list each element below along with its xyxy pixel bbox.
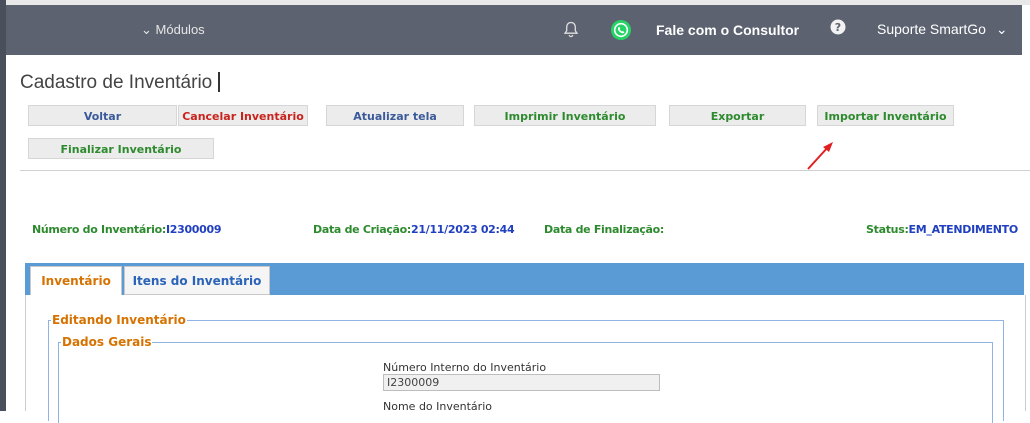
modules-menu[interactable]: ⌄ Módulos [141, 22, 205, 38]
finalization-date: Data de Finalização: [544, 223, 664, 236]
refresh-button[interactable]: Atualizar tela [326, 105, 464, 126]
import-inventory-button[interactable]: Importar Inventário [817, 105, 954, 126]
tab-inventario[interactable]: Inventário [30, 266, 122, 295]
svg-text:?: ? [835, 21, 841, 34]
inventory-name-label: Nome do Inventário [383, 400, 492, 413]
user-menu[interactable]: Suporte SmartGo ⌄ [877, 21, 1008, 38]
window-left-edge [0, 0, 6, 411]
chevron-down-icon: ⌄ [141, 22, 152, 37]
internal-number-field[interactable]: I2300009 [383, 374, 660, 391]
status-label: Status: [866, 223, 909, 236]
page-title-text: Cadastro de Inventário [20, 72, 213, 93]
help-icon[interactable]: ? [830, 19, 846, 40]
back-button[interactable]: Voltar [28, 105, 177, 126]
inventory-number-label: Número do Inventário: [32, 223, 166, 236]
user-name: Suporte SmartGo [877, 21, 986, 37]
inventory-number: Número do Inventário:I2300009 [32, 223, 222, 236]
page-title: Cadastro de Inventário [20, 72, 221, 94]
top-navigation-bar: ⌄ Módulos Fale com o Consultor ? Suporte… [6, 5, 1022, 55]
export-button[interactable]: Exportar [669, 105, 806, 126]
tab-itens-inventario[interactable]: Itens do Inventário [124, 266, 270, 295]
contact-consultant-link[interactable]: Fale com o Consultor [656, 22, 799, 38]
status: Status:EM_ATENDIMENTO [866, 223, 1018, 236]
finalization-date-label: Data de Finalização: [544, 223, 665, 236]
creation-date-value: 21/11/2023 02:44 [411, 223, 515, 236]
general-data-legend: Dados Gerais [61, 335, 153, 349]
creation-date: Data de Criação:21/11/2023 02:44 [313, 223, 515, 236]
inventory-number-value: I2300009 [165, 223, 222, 236]
internal-number-label: Número Interno do Inventário [383, 361, 547, 374]
status-value: EM_ATENDIMENTO [908, 223, 1019, 236]
divider [20, 170, 1030, 171]
finalize-inventory-button[interactable]: Finalizar Inventário [28, 138, 214, 159]
modules-label: Módulos [155, 22, 205, 37]
cancel-inventory-button[interactable]: Cancelar Inventário [178, 105, 308, 126]
print-inventory-button[interactable]: Imprimir Inventário [474, 105, 656, 126]
editing-fieldset-legend: Editando Inventário [51, 313, 187, 327]
creation-date-label: Data de Criação: [313, 223, 412, 236]
chevron-down-icon: ⌄ [995, 21, 1008, 37]
text-cursor [218, 72, 221, 92]
red-arrow-annotation [805, 140, 835, 177]
whatsapp-icon[interactable] [610, 19, 632, 46]
notifications-bell-icon[interactable] [563, 21, 579, 44]
